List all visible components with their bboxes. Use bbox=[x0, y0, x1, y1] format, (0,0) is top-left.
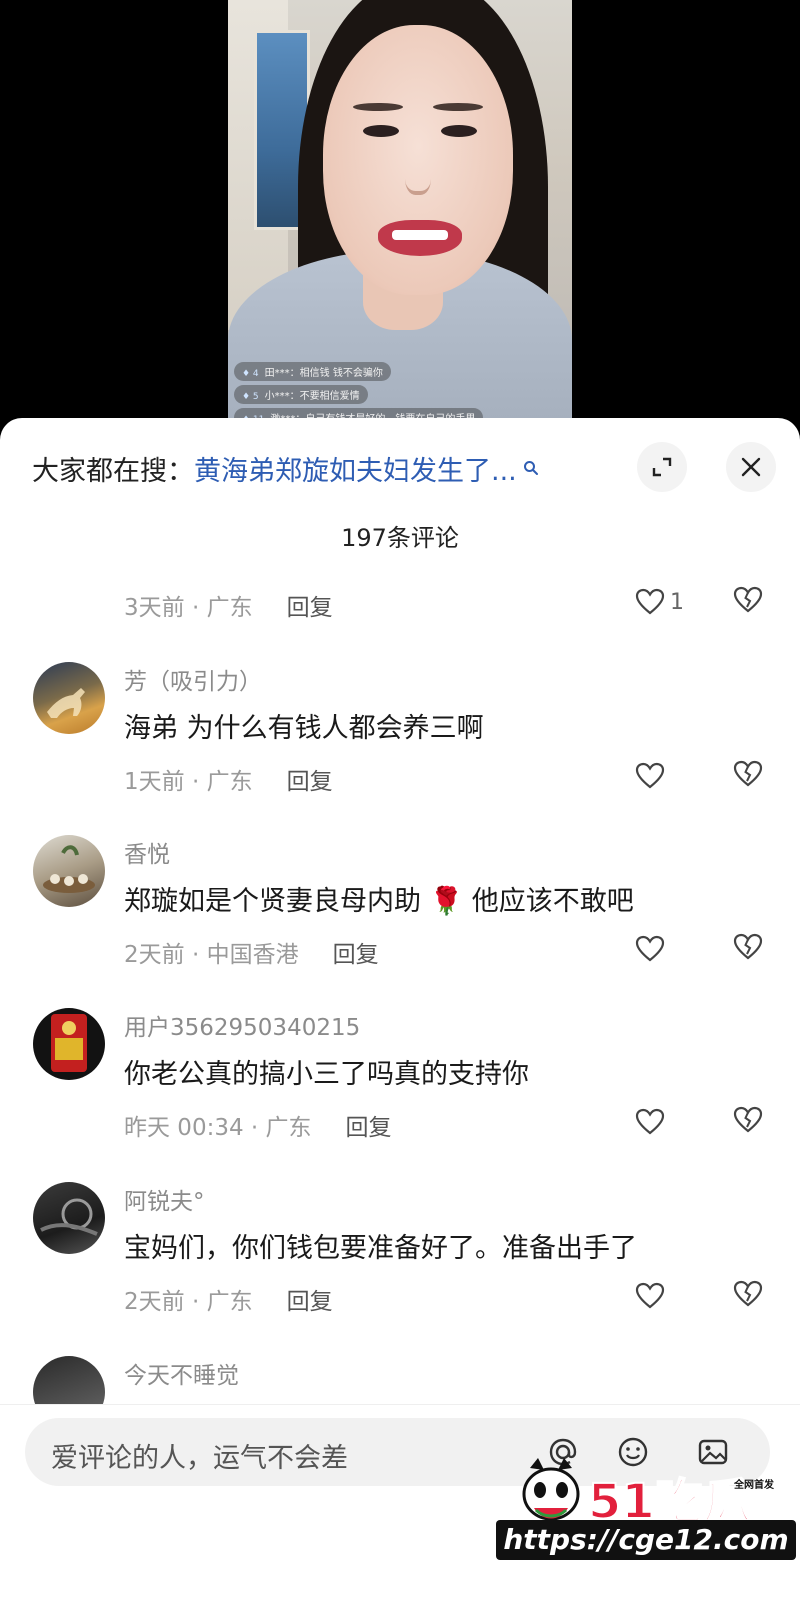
streamer-brow-right bbox=[433, 103, 483, 111]
comment-item: 用户3562950340215 你老公真的搞小三了吗真的支持你 昨天 00:34… bbox=[0, 1008, 800, 1178]
search-icon[interactable] bbox=[523, 452, 539, 475]
streamer-eye-left bbox=[363, 125, 399, 137]
like-count: 1 bbox=[670, 589, 684, 615]
comment-meta: 2天前 · 广东 回复 bbox=[124, 1282, 333, 1316]
streamer-teeth bbox=[392, 230, 448, 240]
dislike-button[interactable] bbox=[732, 931, 768, 967]
streamer-face bbox=[323, 25, 513, 295]
watermark-tag: 全网首发 bbox=[734, 1480, 774, 1491]
broken-heart-icon bbox=[733, 1106, 763, 1133]
comment-item: 香悦 郑璇如是个贤妻良母内助 🌹 他应该不敢吧 2天前 · 中国香港 回复 bbox=[0, 835, 800, 1005]
comment-time-location: 2天前 · 中国香港 bbox=[124, 942, 299, 968]
broken-heart-icon bbox=[733, 760, 763, 787]
comment-text: 你老公真的搞小三了吗真的支持你 bbox=[124, 1059, 529, 1090]
like-button[interactable] bbox=[634, 931, 666, 967]
dislike-button[interactable] bbox=[732, 758, 768, 794]
comment-time-location: 3天前 · 广东 bbox=[124, 595, 253, 621]
live-comment: ♦ 4 田***：相信钱 钱不会骗你 bbox=[234, 362, 391, 381]
avatar[interactable] bbox=[33, 1182, 105, 1254]
site-watermark: 51吃瓜 全网首发 https://cge12.com bbox=[496, 1456, 796, 1596]
expand-icon bbox=[652, 457, 672, 477]
close-button[interactable] bbox=[726, 442, 776, 492]
heart-icon bbox=[635, 1282, 665, 1309]
reply-button[interactable]: 回复 bbox=[287, 762, 333, 796]
expand-button[interactable] bbox=[637, 442, 687, 492]
trending-search-row[interactable]: 大家都在搜： 黄海弟郑旋如夫妇发生了... bbox=[32, 448, 612, 488]
comment-meta: 3天前 · 广东 回复 bbox=[124, 588, 333, 622]
like-button[interactable] bbox=[634, 758, 666, 794]
heart-icon bbox=[635, 762, 665, 789]
reply-button[interactable]: 回复 bbox=[333, 935, 379, 969]
live-comment-text: 田***：相信钱 钱不会骗你 bbox=[264, 368, 383, 379]
like-button[interactable] bbox=[634, 1104, 666, 1140]
comment-username[interactable]: 用户3562950340215 bbox=[124, 1008, 360, 1042]
comment-username[interactable]: 今天不睡觉 bbox=[124, 1356, 239, 1390]
reply-button[interactable]: 回复 bbox=[346, 1108, 392, 1142]
like-button[interactable]: 1 bbox=[634, 584, 684, 620]
live-comment-text: 小***：不要相信爱情 bbox=[264, 391, 360, 402]
comment-time-location: 1天前 · 广东 bbox=[124, 769, 253, 795]
comment-username[interactable]: 阿锐夫° bbox=[124, 1182, 205, 1216]
heart-icon bbox=[635, 588, 665, 615]
avatar[interactable] bbox=[33, 835, 105, 907]
trending-search-prefix: 大家都在搜： bbox=[32, 455, 194, 487]
heart-icon bbox=[635, 1108, 665, 1135]
avatar[interactable] bbox=[33, 1008, 105, 1080]
comment-text: 海弟 为什么有钱人都会养三啊 bbox=[124, 713, 484, 744]
comment-meta: 昨天 00:34 · 广东 回复 bbox=[124, 1108, 392, 1142]
video-area[interactable]: ♦ 4田***：相信钱 钱不会骗你 ♦ 5小***：不要相信爱情 ♦ 11渺**… bbox=[0, 0, 800, 430]
live-comment-level: ♦ 4 bbox=[242, 369, 259, 379]
broken-heart-icon bbox=[733, 1280, 763, 1307]
dislike-button[interactable] bbox=[732, 1104, 768, 1140]
comment-input-placeholder[interactable]: 爱评论的人，运气不会差 bbox=[51, 1436, 348, 1475]
comment-meta: 1天前 · 广东 回复 bbox=[124, 762, 333, 796]
broken-heart-icon bbox=[733, 933, 763, 960]
streamer-brow-left bbox=[353, 103, 403, 111]
heart-icon bbox=[635, 935, 665, 962]
streamer-eye-right bbox=[441, 125, 477, 137]
comment-text: 宝妈们，你们钱包要准备好了。准备出手了 bbox=[124, 1233, 637, 1264]
watermark-url: https://cge12.com bbox=[496, 1520, 796, 1560]
comment-item: 芳（吸引力） 海弟 为什么有钱人都会养三啊 1天前 · 广东 回复 bbox=[0, 662, 800, 832]
close-icon bbox=[741, 457, 761, 477]
like-button[interactable] bbox=[634, 1278, 666, 1314]
comment-item: 阿锐夫° 宝妈们，你们钱包要准备好了。准备出手了 2天前 · 广东 回复 bbox=[0, 1182, 800, 1352]
broken-heart-icon bbox=[733, 586, 763, 613]
reply-button[interactable]: 回复 bbox=[287, 1282, 333, 1316]
comment-username[interactable]: 香悦 bbox=[124, 835, 170, 869]
streamer-mouth bbox=[378, 220, 462, 256]
comment-time-location: 昨天 00:34 · 广东 bbox=[124, 1115, 312, 1141]
trending-search-link[interactable]: 黄海弟郑旋如夫妇发生了... bbox=[194, 449, 517, 488]
comment-time-location: 2天前 · 广东 bbox=[124, 1289, 253, 1315]
live-video-frame[interactable]: ♦ 4田***：相信钱 钱不会骗你 ♦ 5小***：不要相信爱情 ♦ 11渺**… bbox=[228, 0, 572, 430]
live-comment: ♦ 5 小***：不要相信爱情 bbox=[234, 385, 368, 404]
comment-username[interactable]: 芳（吸引力） bbox=[124, 662, 262, 696]
live-comment-level: ♦ 5 bbox=[242, 392, 259, 402]
reply-button[interactable]: 回复 bbox=[287, 588, 333, 622]
dislike-button[interactable] bbox=[732, 1278, 768, 1314]
avatar[interactable] bbox=[33, 662, 105, 734]
comment-meta: 2天前 · 中国香港 回复 bbox=[124, 935, 379, 969]
comment-text: 郑璇如是个贤妻良母内助 🌹 他应该不敢吧 bbox=[124, 886, 634, 917]
streamer-nose bbox=[405, 155, 431, 195]
comment-count: 197条评论 bbox=[341, 524, 459, 552]
dislike-button[interactable] bbox=[732, 584, 768, 620]
